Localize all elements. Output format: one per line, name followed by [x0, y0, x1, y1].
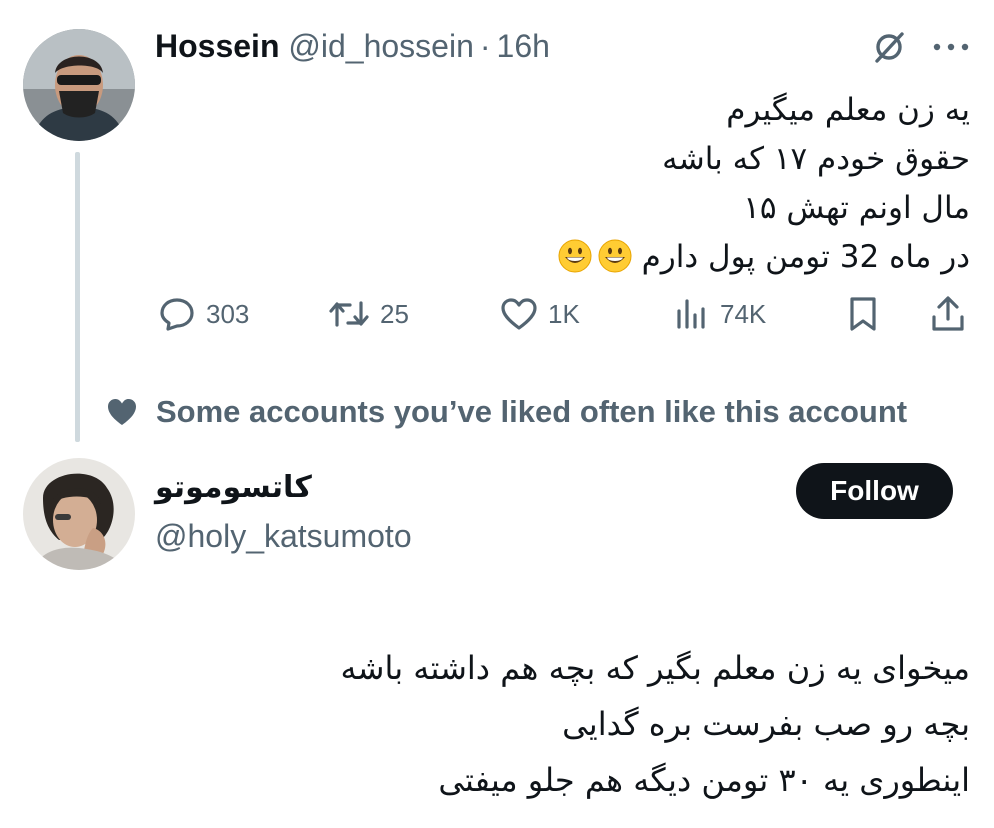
suggested-name[interactable]: کاتسوموتو	[155, 470, 312, 505]
header-separator: ·	[479, 28, 491, 64]
suggested-avatar[interactable]	[23, 458, 135, 570]
bookmark-icon	[850, 297, 876, 331]
retweet-count: 25	[380, 298, 409, 329]
grinning-face-icon	[558, 239, 592, 273]
tweet-text-line: یه زن معلم میگیرم	[726, 92, 970, 128]
reply-icon	[160, 298, 194, 331]
tweet-text-line: حقوق خودم ۱۷ که باشه	[662, 141, 970, 177]
views-button[interactable]: 74K	[674, 292, 766, 336]
tweet-text-line: مال اونم تهش ۱۵	[743, 190, 970, 226]
thread-connector-line	[75, 152, 80, 442]
tweet-text-line-with-emoji: در ماه 32 تومن پول دارم	[210, 233, 970, 282]
like-button[interactable]: 1K	[500, 292, 580, 336]
social-context: Some accounts you’ve liked often like th…	[106, 394, 907, 430]
like-count: 1K	[548, 298, 580, 329]
reply-button[interactable]: 303	[158, 292, 249, 336]
grinning-face-icon	[598, 239, 632, 273]
tweet-text-line: اینطوری یه ۳۰ تومن دیگه هم جلو میفتی	[438, 761, 970, 799]
suggested-handle[interactable]: @holy_katsumoto	[155, 518, 412, 555]
like-icon	[501, 298, 537, 330]
suggested-tweet-text: میخوای یه زن معلم بگیر که بچه هم داشته ب…	[170, 640, 970, 808]
tweet-text-line: بچه رو صب بفرست بره گدایی	[562, 705, 970, 743]
tweet-text-line: در ماه 32 تومن پول دارم	[641, 239, 970, 275]
grok-icon[interactable]	[870, 28, 908, 71]
tweet-text-line: میخوای یه زن معلم بگیر که بچه هم داشته ب…	[340, 649, 970, 687]
author-name[interactable]: Hossein	[155, 28, 279, 64]
heart-icon	[108, 399, 136, 425]
retweet-button[interactable]: 25	[328, 292, 409, 336]
more-icon[interactable]	[932, 40, 970, 58]
views-icon	[677, 299, 705, 329]
tweet-text: یه زن معلم میگیرم حقوق خودم ۱۷ که باشه م…	[210, 86, 970, 282]
retweet-icon	[329, 301, 369, 327]
reply-count: 303	[206, 298, 250, 329]
tweet-time[interactable]: 16h	[497, 28, 550, 64]
share-button[interactable]	[930, 292, 966, 336]
tweet-header: Hossein @id_hossein · 16h	[155, 26, 550, 66]
views-count: 74K	[720, 298, 767, 329]
bookmark-button[interactable]	[846, 292, 880, 336]
author-avatar[interactable]	[23, 29, 135, 141]
author-handle[interactable]: @id_hossein	[288, 28, 473, 64]
follow-button[interactable]: Follow	[796, 463, 953, 519]
share-icon	[932, 296, 964, 331]
social-context-text: Some accounts you’ve liked often like th…	[156, 394, 908, 429]
